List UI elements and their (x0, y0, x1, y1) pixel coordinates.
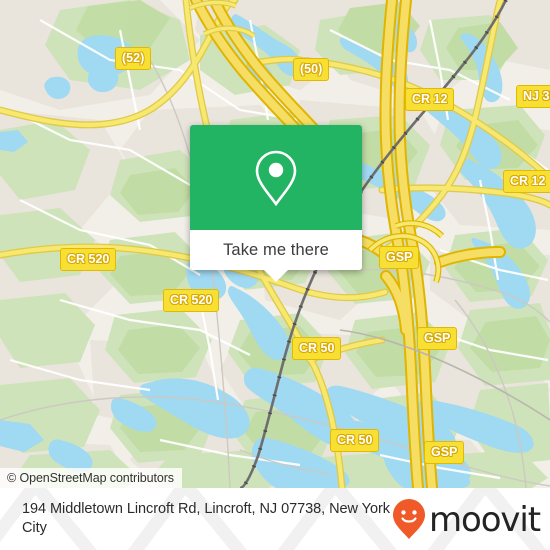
moovit-wordmark: moovit (428, 500, 541, 540)
road-shield-gsp-north: GSP (379, 246, 420, 269)
callout-pointer-tail (263, 269, 289, 282)
road-shield-cr520-east: CR 520 (163, 289, 220, 312)
moovit-logo: moovit (392, 498, 541, 540)
road-shield-cr12-north: CR 12 (405, 88, 455, 111)
address-text: 194 Middletown Lincroft Rd, Lincroft, NJ… (22, 500, 390, 536)
road-shield-cr12-east: CR 12 (503, 170, 550, 193)
road-shield-cr50-north: CR 50 (292, 337, 342, 360)
road-shield-cr50-south: CR 50 (330, 429, 380, 452)
footer-bar: 194 Middletown Lincroft Rd, Lincroft, NJ… (0, 488, 550, 550)
road-shield-cr520-west: CR 520 (60, 248, 117, 271)
location-callout-card[interactable]: Take me there (190, 125, 362, 282)
map-screenshot: (52) (50) CR 12 NJ 35 CR 12 CR 520 CR 520 GSP CR… (0, 0, 550, 550)
road-shield-nj35: NJ 35 (516, 85, 550, 108)
osm-attribution-text: © OpenStreetMap contributors (7, 471, 174, 485)
road-shield-gsp-south: GSP (424, 441, 465, 464)
road-shield-gsp-middle: GSP (417, 327, 458, 350)
road-shield-52: (52) (115, 47, 152, 70)
callout-icon-panel (190, 125, 362, 230)
callout-action-panel[interactable]: Take me there (190, 230, 362, 282)
road-shield-50: (50) (293, 58, 330, 81)
moovit-pin-smile-icon (392, 499, 425, 539)
take-me-there-label: Take me there (223, 240, 329, 259)
map-pin-icon (255, 150, 297, 206)
osm-attribution: © OpenStreetMap contributors (0, 468, 182, 488)
footer-content: 194 Middletown Lincroft Rd, Lincroft, NJ… (0, 488, 550, 550)
